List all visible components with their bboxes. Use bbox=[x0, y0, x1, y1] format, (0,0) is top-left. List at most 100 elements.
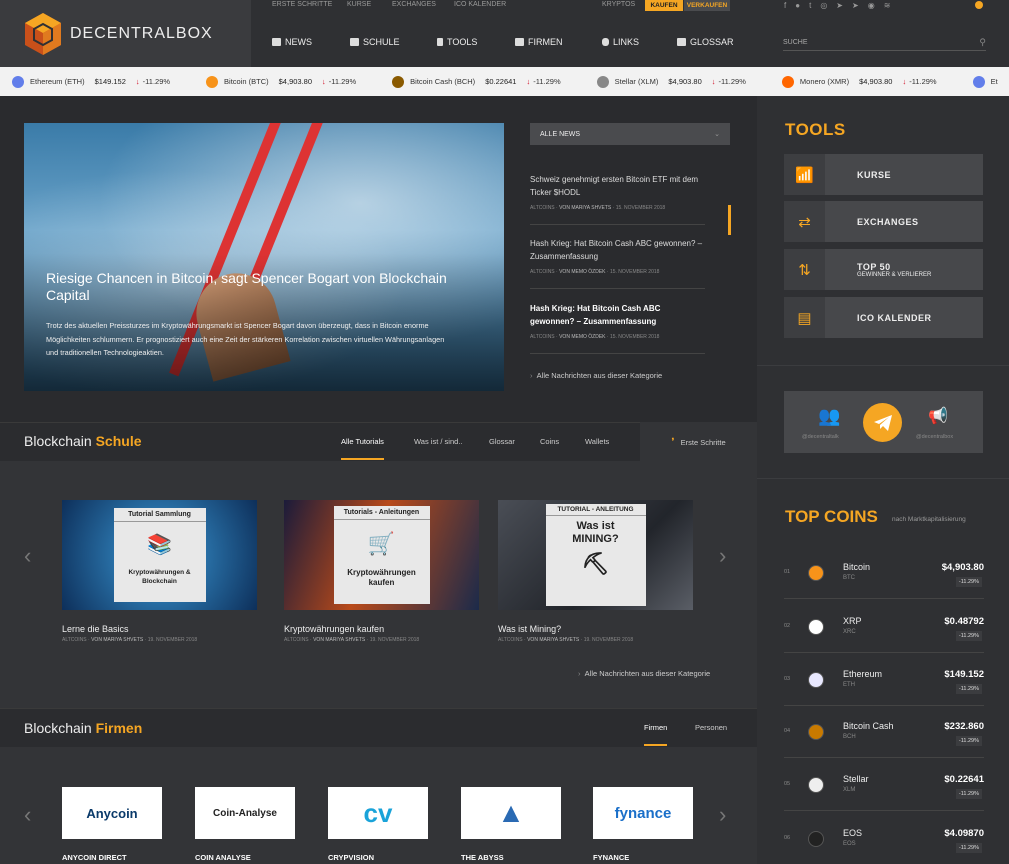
news-more-link[interactable]: › Alle Nachrichten aus dieser Kategorie bbox=[530, 371, 662, 380]
reddit-icon-2[interactable]: ◉ bbox=[868, 1, 875, 10]
tab-personen[interactable]: Personen bbox=[695, 723, 727, 732]
tool-kurse[interactable]: 📶 KURSE bbox=[784, 154, 983, 195]
tool-top50[interactable]: ⇅ TOP 50 GEWINNER & VERLIERER bbox=[784, 249, 983, 290]
school-more-label: Alle Nachrichten aus dieser Kategorie bbox=[584, 669, 711, 678]
tab-was-ist[interactable]: Was ist / sind.. bbox=[414, 437, 462, 446]
coin-symbol: BCH bbox=[843, 734, 856, 740]
nav-schule[interactable]: SCHULE bbox=[350, 37, 400, 47]
telegram-icon[interactable] bbox=[863, 403, 902, 442]
coin-change: -11.29% bbox=[955, 843, 982, 853]
ticker-item[interactable]: Stellar (XLM) $4,903.80 ↓ -11.29% bbox=[596, 75, 746, 88]
tutorial-card[interactable]: TUTORIAL - ANLEITUNG Was ist MINING? ⛏ W… bbox=[498, 500, 693, 643]
tool-ico-kalender[interactable]: ▤ ICO KALENDER bbox=[784, 297, 983, 338]
search-icon[interactable]: ⚲ bbox=[979, 37, 986, 48]
sidebar-divider bbox=[757, 478, 1009, 479]
nav-firmen[interactable]: FIRMEN bbox=[515, 37, 563, 47]
coin-name: Stellar bbox=[843, 774, 869, 784]
tutorial-card[interactable]: Tutorials - Anleitungen 🛒 Kryptowährunge… bbox=[284, 500, 479, 643]
first-steps-button[interactable]: ❜ Erste Schritte bbox=[640, 422, 757, 462]
ticker-item[interactable]: Bitcoin (BTC) $4,903.80 ↓ -11.29% bbox=[206, 75, 357, 88]
telegram-group-link[interactable]: @decentraltalk bbox=[802, 434, 839, 440]
ticker-item[interactable]: Bitcoin Cash (BCH) $0.22641 ↓ -11.29% bbox=[392, 75, 561, 88]
ticker-name: Monero (XMR) bbox=[799, 77, 850, 86]
nav-tools[interactable]: TOOLS bbox=[437, 37, 477, 47]
news-category-select[interactable]: ALLE NEWS ⌄ bbox=[530, 123, 730, 145]
sell-button[interactable]: VERKAUFEN bbox=[684, 0, 730, 11]
topcoin-row[interactable]: 01 Bitcoin BTC $4,903.80 -11.29% bbox=[784, 545, 984, 599]
school-title: Blockchain Schule bbox=[24, 433, 142, 449]
tutorial-card[interactable]: Tutorial Sammlung 📚 Kryptowährungen & Bl… bbox=[62, 500, 257, 643]
ticker-item[interactable]: Ethereum (ETH) $149.152 ↓ -11.29% bbox=[12, 75, 170, 88]
topcoin-row[interactable]: 02 XRP XRC $0.48792 -11.29% bbox=[784, 599, 984, 653]
calendar-icon: ▤ bbox=[784, 297, 825, 338]
theme-toggle-icon[interactable] bbox=[975, 1, 983, 9]
group-icon[interactable]: 👥 bbox=[818, 406, 840, 427]
chevron-right-icon[interactable]: › bbox=[719, 802, 726, 828]
tab-firmen[interactable]: Firmen bbox=[644, 723, 668, 746]
nav-news[interactable]: NEWS bbox=[272, 37, 312, 47]
news-item[interactable]: Schweiz genehmigt ersten Bitcoin ETF mit… bbox=[530, 174, 705, 225]
ticker-change: ↓ -11.29% bbox=[322, 77, 357, 86]
school-more-link[interactable]: › Alle Nachrichten aus dieser Kategorie bbox=[578, 669, 710, 678]
news-scroll-indicator[interactable] bbox=[728, 205, 731, 235]
first-steps-label: Erste Schritte bbox=[680, 437, 726, 447]
tab-wallets[interactable]: Wallets bbox=[585, 437, 609, 446]
tab-glossar[interactable]: Glossar bbox=[489, 437, 515, 446]
firm-card[interactable]: fynance FYNANCE bbox=[593, 787, 693, 862]
tab-alle-tutorials[interactable]: Alle Tutorials bbox=[341, 437, 384, 460]
firm-card[interactable]: Anycoin ANYCOIN DIRECT bbox=[62, 787, 162, 862]
coin-change: -11.29% bbox=[955, 789, 982, 799]
facebook-icon[interactable]: f bbox=[784, 1, 786, 10]
toplink-kurse[interactable]: KURSE bbox=[347, 1, 371, 8]
tab-coins[interactable]: Coins bbox=[540, 437, 559, 446]
ticker-item[interactable]: Et bbox=[972, 75, 1008, 88]
hero-title[interactable]: Riesige Chancen in Bitcoin, sagt Spencer… bbox=[46, 270, 466, 304]
firm-card[interactable]: ▲ THE ABYSS bbox=[461, 787, 561, 862]
coin-price: $0.48792 bbox=[944, 616, 984, 627]
topcoin-row[interactable]: 05 Stellar XLM $0.22641 -11.29% bbox=[784, 757, 984, 811]
rss-icon[interactable]: ≋ bbox=[884, 1, 891, 10]
toplink-erste-schritte[interactable]: ERSTE SCHRITTE bbox=[272, 1, 332, 8]
toplink-ico-kalender[interactable]: ICO KALENDER bbox=[454, 1, 506, 8]
twitter-icon[interactable]: t bbox=[809, 1, 811, 10]
firm-card[interactable]: cv CRYPVISION bbox=[328, 787, 428, 862]
card-poster: Tutorial Sammlung 📚 Kryptowährungen & Bl… bbox=[113, 508, 206, 602]
card-image: Tutorials - Anleitungen 🛒 Kryptowährunge… bbox=[284, 500, 479, 610]
coin-icon bbox=[808, 565, 824, 581]
coin-change: -11.29% bbox=[955, 577, 982, 587]
chevron-left-icon[interactable]: ‹ bbox=[24, 802, 31, 828]
telegram-channel-link[interactable]: @decentralbox bbox=[916, 434, 953, 440]
graduation-cap-icon bbox=[350, 38, 359, 46]
megaphone-icon[interactable]: 📢 bbox=[928, 406, 948, 426]
news-title: Hash Krieg: Hat Bitcoin Cash ABC gewonne… bbox=[530, 304, 661, 326]
coin-rank: 05 bbox=[784, 781, 791, 787]
topcoin-row[interactable]: 06 EOS EOS $4.09870 -11.29% bbox=[784, 811, 984, 864]
telegram-icon-2[interactable]: ➤ bbox=[852, 1, 859, 10]
ticker-name: Ethereum (ETH) bbox=[30, 77, 85, 86]
instagram-icon[interactable]: ◎ bbox=[820, 1, 827, 10]
nav-links[interactable]: LINKS bbox=[602, 37, 639, 47]
card-image: Tutorial Sammlung 📚 Kryptowährungen & Bl… bbox=[62, 500, 257, 610]
telegram-icon[interactable]: ➤ bbox=[836, 1, 843, 10]
search-input[interactable]: SUCHE ⚲ bbox=[783, 34, 986, 51]
tool-exchanges[interactable]: ⇄ EXCHANGES bbox=[784, 201, 983, 242]
reddit-icon[interactable]: ● bbox=[795, 1, 800, 10]
topcoin-row[interactable]: 03 Ethereum ETH $149.152 -11.29% bbox=[784, 652, 984, 706]
firm-card[interactable]: Coin-Analyse COIN ANALYSE bbox=[195, 787, 295, 862]
coin-icon bbox=[808, 724, 824, 740]
buy-button[interactable]: KAUFEN bbox=[645, 0, 683, 11]
chevron-right-icon[interactable]: › bbox=[719, 543, 726, 569]
nav-glossar[interactable]: GLOSSAR bbox=[677, 37, 734, 47]
arrow-down-icon: ↓ bbox=[526, 77, 531, 86]
news-item[interactable]: Hash Krieg: Hat Bitcoin Cash ABC gewonne… bbox=[530, 238, 705, 289]
ticker-item[interactable]: Monero (XMR) $4,903.80 ↓ -11.29% bbox=[781, 75, 937, 88]
tools-title: TOOLS bbox=[785, 120, 846, 139]
news-item-active[interactable]: Hash Krieg: Hat Bitcoin Cash ABC gewonne… bbox=[530, 303, 705, 354]
toplink-exchanges[interactable]: EXCHANGES bbox=[392, 1, 436, 8]
topcoin-row[interactable]: 04 Bitcoin Cash BCH $232.860 -11.29% bbox=[784, 704, 984, 758]
up-down-arrows-icon: ⇅ bbox=[784, 249, 825, 290]
logo[interactable]: DECENTRALBOX bbox=[0, 0, 251, 67]
arrow-down-icon: ↓ bbox=[902, 77, 907, 86]
card-title: Lerne die Basics bbox=[62, 624, 129, 634]
chevron-left-icon[interactable]: ‹ bbox=[24, 543, 31, 569]
